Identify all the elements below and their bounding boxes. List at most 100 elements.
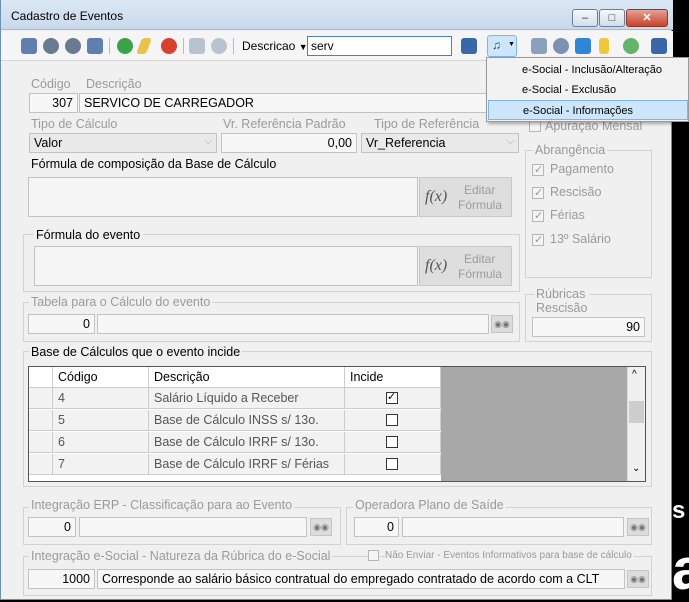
13-salario-checkbox[interactable]: ✓ [532, 234, 544, 246]
editar-label: Editar [464, 183, 496, 197]
chevron-down-icon: ⌵ [204, 136, 212, 147]
previous-record-icon[interactable] [43, 38, 59, 54]
grid-header-codigo[interactable]: Código [53, 367, 149, 388]
integracao-erp-code[interactable]: 0 [28, 517, 76, 537]
refresh-icon[interactable] [575, 38, 591, 54]
rescisao-label: Rescisão [550, 185, 602, 199]
row-indicator [29, 454, 53, 475]
incide-checkbox[interactable] [386, 436, 398, 448]
rescisao-checkbox[interactable]: ✓ [532, 187, 544, 199]
formula-evento-label: Fórmula do evento [33, 228, 144, 242]
incide-checkbox[interactable] [386, 414, 398, 426]
toolbar-separator [233, 38, 234, 54]
tipo-calculo-value: Valor [34, 136, 63, 150]
menu-item-informacoes[interactable]: e-Social - Informações [488, 100, 688, 120]
ferias-checkbox[interactable]: ✓ [532, 210, 544, 222]
grid-cell-descricao[interactable]: Base de Cálculo IRRF s/ Férias [149, 454, 345, 475]
binoculars-icon[interactable]: ◉◉ [627, 518, 649, 536]
search-input[interactable] [307, 36, 452, 56]
search-field-dropdown[interactable]: Descricao ▼ [242, 39, 308, 53]
grid-cell-codigo[interactable]: 5 [53, 410, 149, 431]
check-icon: ✓ [387, 391, 397, 403]
menu-item-exclusao[interactable]: e-Social - Exclusão [488, 80, 688, 100]
minimize-button[interactable]: – [572, 9, 598, 27]
descricao-field[interactable]: SERVICO DE CARREGADOR [79, 93, 499, 113]
first-record-icon[interactable] [21, 38, 37, 54]
esocial-code-field[interactable]: 1000 [28, 569, 95, 589]
function-icon: f(x) [425, 188, 448, 205]
edit-icon[interactable] [136, 38, 152, 54]
report-icon[interactable] [531, 38, 547, 54]
tipo-calculo-select[interactable]: Valor ⌵ [29, 133, 217, 153]
formula-base-field[interactable] [28, 177, 418, 217]
rubricas-label: Rúbricas Rescisão [534, 287, 590, 315]
grid-scrollbar[interactable]: ^ ⌄ [627, 367, 645, 481]
grid-cell-incide[interactable] [345, 432, 441, 453]
user-icon[interactable] [623, 38, 639, 54]
binoculars-icon[interactable]: ◉◉ [491, 315, 513, 333]
check-icon: ✓ [534, 164, 544, 176]
check-icon: ✓ [534, 234, 544, 246]
tabela-code-field[interactable]: 0 [28, 314, 95, 334]
chevron-down-icon[interactable]: ⌄ [632, 463, 640, 474]
exit-icon[interactable] [651, 38, 667, 54]
incide-checkbox[interactable] [386, 458, 398, 470]
vr-referencia-label: Vr. Referência Padrão [223, 117, 346, 131]
tipo-referencia-select[interactable]: Vr_Referencia ⌵ [361, 133, 519, 153]
incide-checkbox[interactable]: ✓ [386, 391, 398, 404]
delete-icon[interactable] [161, 38, 177, 54]
tools-icon[interactable] [553, 38, 569, 54]
last-record-icon[interactable] [87, 38, 103, 54]
rubricas-label-line1: Rúbricas [536, 287, 586, 301]
grid-cell-codigo[interactable]: 6 [53, 432, 149, 453]
grid-search-icon[interactable] [461, 38, 477, 54]
grid-cell-codigo[interactable]: 4 [53, 388, 149, 409]
formula-evento-field[interactable] [34, 246, 418, 286]
integracao-erp-desc[interactable] [79, 517, 307, 537]
save-icon[interactable] [189, 38, 205, 54]
close-button[interactable]: ✕ [626, 9, 668, 27]
editar-formula-base-button[interactable]: f(x) Editar Fórmula [419, 177, 512, 217]
grid-cell-incide[interactable] [345, 454, 441, 475]
pagamento-checkbox[interactable]: ✓ [532, 164, 544, 176]
row-indicator [29, 432, 53, 453]
binoculars-icon[interactable]: ◉◉ [310, 518, 332, 536]
grid-header-incide[interactable]: Incide [345, 367, 441, 388]
tabela-label: Tabela para o Cálculo do evento [29, 295, 213, 309]
binoculars-icon[interactable]: ◉◉ [627, 570, 649, 588]
grid-cell-codigo[interactable]: 7 [53, 454, 149, 475]
chevron-up-icon[interactable]: ^ [632, 369, 637, 380]
menu-item-inclusao-alteracao[interactable]: e-Social - Inclusão/Alteração [488, 60, 688, 80]
editar-formula-evento-button[interactable]: f(x) Editar Fórmula [419, 246, 512, 286]
esocial-desc-field[interactable]: Corresponde ao salário básico contratual… [97, 569, 625, 589]
check-icon: ✓ [534, 187, 544, 199]
window-title: Cadastro de Eventos [11, 9, 124, 23]
tipo-calculo-label: Tipo de Cálculo [31, 117, 118, 131]
scroll-thumb[interactable] [629, 401, 644, 423]
base-calculos-grid: Código Descrição Incide 4 Salário Líquido… [28, 366, 646, 482]
vr-referencia-field[interactable]: 0,00 [221, 133, 357, 153]
base-calculos-label: Base de Cálculos que o evento incide [29, 345, 243, 359]
next-record-icon[interactable] [65, 38, 81, 54]
grid-cell-descricao[interactable]: Salário Líquido a Receber [149, 388, 345, 409]
tabela-desc-field[interactable] [97, 314, 489, 334]
grid-cell-descricao[interactable]: Base de Cálculo IRRF s/ 13o. [149, 432, 345, 453]
background-text: s [672, 497, 686, 524]
operadora-code[interactable]: 0 [354, 517, 399, 537]
esocial-menu-button[interactable]: ♫ ▼ [487, 35, 517, 57]
grid-header-descricao[interactable]: Descrição [149, 367, 345, 388]
operadora-desc[interactable] [402, 517, 624, 537]
grid-cell-incide[interactable]: ✓ [345, 388, 441, 409]
grid-cell-incide[interactable] [345, 410, 441, 431]
grid-cell-descricao[interactable]: Base de Cálculo INSS s/ 13o. [149, 410, 345, 431]
maximize-button[interactable]: □ [599, 9, 625, 27]
codigo-field[interactable]: 307 [29, 93, 78, 113]
undo-icon[interactable] [211, 38, 227, 54]
add-icon[interactable] [117, 38, 133, 54]
toolbar-separator [109, 38, 110, 54]
tipo-referencia-value: Vr_Referencia [366, 136, 446, 150]
grid-empty-area [441, 367, 627, 481]
nao-enviar-checkbox[interactable] [368, 550, 379, 561]
note-icon[interactable] [599, 38, 609, 54]
rubricas-rescisao-field[interactable]: 90 [532, 317, 645, 337]
